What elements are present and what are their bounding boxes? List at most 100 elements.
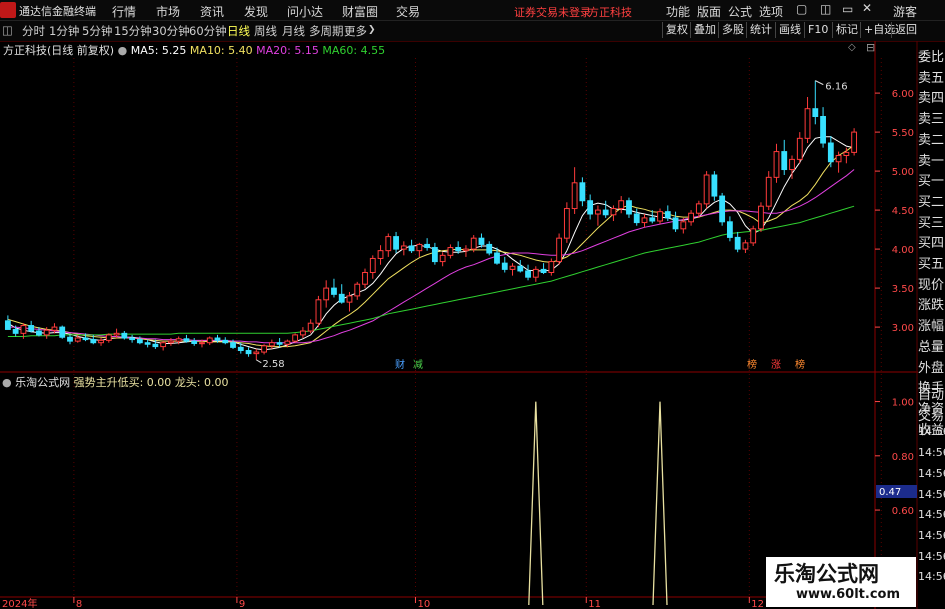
side-lower-label[interactable]: 自动 [918,384,945,403]
candle-body [144,342,151,345]
indicator-line1: 强势主升低买: 0.00 [73,376,172,389]
candle-body [463,248,469,252]
candle-body [556,237,563,263]
settings-dot-icon[interactable]: ● [118,44,128,57]
side-label: 涨跌 [918,298,945,314]
indicator-dot-icon[interactable]: ● [2,376,12,389]
candle-body [626,200,632,215]
candle-body [191,340,198,344]
ma20-label: MA20: 5.15 [256,44,319,57]
candle-body [804,108,811,139]
candle-body [610,208,617,216]
side-label: 委比 [918,50,945,65]
y-tick-label: 4.00 [892,245,914,256]
candle-body [618,200,625,210]
candle-body [105,334,112,341]
candle-body [183,338,190,342]
stock-chart[interactable]: 3.00 3.50 4.00 4.50 5.00 5.50 6.00 6.16 2.58 财减 榜 涨… [0,0,945,609]
candle-body [43,329,50,336]
side-label: 现价 [918,277,945,293]
high-price-label: 6.16 [825,82,847,93]
candle-body [812,108,819,117]
candle-body [362,272,368,285]
y-tick-label: 6.00 [892,89,914,100]
side-label: 买三 [918,215,945,231]
candle-body [478,237,485,245]
candle-body [129,337,136,341]
candle-body [579,182,586,202]
candle-body [338,293,345,303]
candle-body [486,243,493,254]
candle-body [400,245,407,250]
candle-body [571,182,578,210]
candle-body [765,176,772,207]
candle-body [734,236,741,250]
stock-title: 方正科技(日线 前复权) [3,44,115,57]
candle-body [346,295,353,303]
candle-body [657,211,663,222]
x-tick-label: 11 [588,599,601,609]
candle-body [548,261,555,273]
side-label: 买四 [918,236,945,252]
candle-body [121,332,128,339]
candle-body [284,340,291,345]
candle-body [726,221,733,238]
candle-body [51,326,58,331]
candle-body [206,337,213,344]
side-label: 卖一 [918,153,945,169]
x-tick-label: 8 [76,599,82,609]
candle-body [67,336,73,342]
side-label: 卖三 [918,112,945,128]
ma20-line [7,169,855,344]
candle-body [827,142,834,163]
candle-body [136,339,143,344]
candle-body [587,200,594,215]
candle-body [331,287,337,295]
candle-body [439,254,446,263]
side-lower-label[interactable]: 交易 [918,405,945,424]
side-label: 总量 [918,339,945,355]
side-lower-label: 14:56 [918,466,945,480]
y-tick-label: 4.50 [892,206,914,217]
candle-body [408,245,415,252]
collapse-icon[interactable]: ⊟ [866,41,875,54]
candle-body [261,345,267,353]
candle-body [12,328,19,334]
event-mark: 涨 [771,359,781,371]
indicator-name: 乐淘公式网 [15,376,71,389]
candle-body [175,338,182,342]
candle-body [695,203,702,214]
ma5-line [7,136,855,351]
low-price-label: 2.58 [262,359,284,370]
diamond-icon[interactable]: ◇ [848,42,856,53]
candle-body [299,330,306,336]
sub-y-tick-label: 0.60 [892,506,914,517]
candle-body [789,158,795,171]
side-label: 买五 [918,257,945,272]
candle-body [796,137,803,160]
indicator-line2: 龙头: 0.00 [174,376,229,389]
candle-body [750,228,757,244]
candle-body [455,247,462,252]
side-lower-label: 14:56 [918,508,945,522]
candle-body [354,283,361,297]
candle-body [602,209,609,216]
candle-body [509,265,516,270]
ma10-label: MA10: 5.40 [189,44,253,57]
candle-body [222,339,229,344]
candle-body [517,265,524,272]
sub-y-tick-label: 0.80 [892,452,914,463]
candle-body [59,326,66,338]
candle-body [253,351,260,355]
candle-body [160,342,167,348]
event-mark: 榜 [747,358,757,371]
event-mark: 榜 [795,358,805,371]
side-lower-label: 14:56 [918,549,945,563]
candle-body [20,325,27,334]
candle-body [532,268,539,278]
candle-body [113,332,120,336]
candle-body [758,205,764,230]
side-label: 涨幅 [918,319,945,335]
ma5-label: MA5: 5.25 [130,44,187,57]
side-lower-label: 14:56 [918,446,945,460]
